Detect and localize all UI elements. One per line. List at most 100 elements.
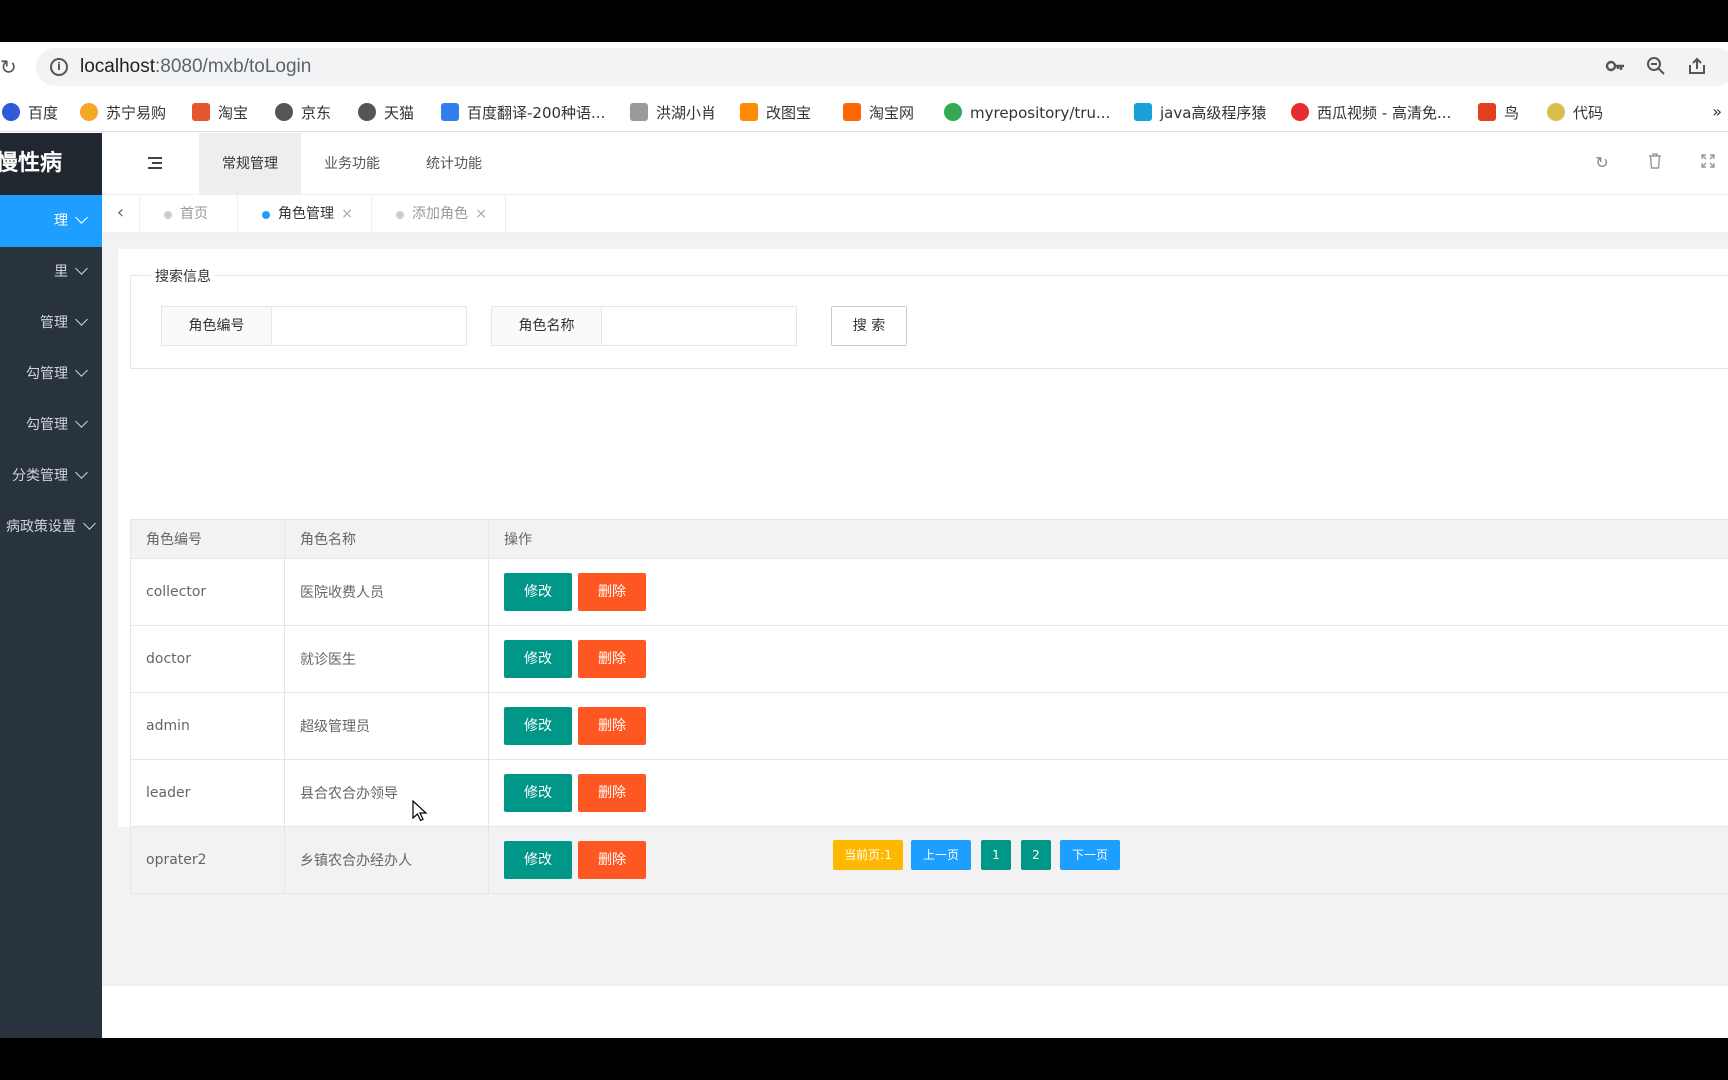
sidebar-item-4[interactable]: 勾管理 bbox=[0, 399, 102, 451]
bookmark-baidu-translate[interactable]: 百度翻译-200种语... bbox=[441, 102, 605, 124]
footer bbox=[102, 986, 1728, 1038]
status-dot bbox=[164, 211, 172, 219]
page-tab-home[interactable]: 首页 bbox=[140, 195, 238, 233]
edit-button[interactable]: 修改 bbox=[504, 774, 572, 812]
page-2-button[interactable]: 2 bbox=[1021, 840, 1051, 870]
bookmarks-more-icon[interactable]: » bbox=[1712, 102, 1722, 121]
edit-button[interactable]: 修改 bbox=[504, 573, 572, 611]
address-bar[interactable]: i localhost:8080/mxb/toLogin bbox=[36, 48, 1728, 86]
search-button[interactable]: 搜 索 bbox=[831, 306, 907, 346]
bookmark-honghu[interactable]: 洪湖小肖 bbox=[630, 102, 716, 124]
edit-button[interactable]: 修改 bbox=[504, 707, 572, 745]
delete-button[interactable]: 删除 bbox=[578, 640, 646, 678]
taobao-icon bbox=[192, 103, 210, 121]
role-code-search-field: 角色编号 bbox=[161, 306, 467, 346]
play-icon bbox=[1291, 103, 1309, 121]
page-tab-role-management[interactable]: 角色管理 × bbox=[238, 195, 372, 233]
edit-button[interactable]: 修改 bbox=[504, 841, 572, 879]
trash-icon[interactable] bbox=[1645, 153, 1665, 173]
tab-statistics-functions[interactable]: 统计功能 bbox=[403, 133, 505, 195]
bookmark-gaitubao[interactable]: 改图宝 bbox=[740, 102, 811, 124]
bookmark-niao[interactable]: 鸟 bbox=[1478, 102, 1519, 124]
zoom-icon[interactable] bbox=[1645, 56, 1667, 78]
chevron-down-icon bbox=[75, 415, 88, 428]
bookmark-baidu[interactable]: 百度 bbox=[2, 102, 58, 124]
actions-cell: 修改 删除 bbox=[488, 625, 1728, 693]
info-icon[interactable]: i bbox=[50, 58, 68, 76]
menu-toggle-icon[interactable] bbox=[146, 154, 164, 172]
table-row: doctor 就诊医生 修改 删除 bbox=[130, 625, 1728, 693]
sidebar-item-1[interactable]: 里 bbox=[0, 246, 102, 298]
key-icon[interactable] bbox=[1604, 56, 1626, 78]
bookmark-code[interactable]: 代码 bbox=[1547, 102, 1603, 124]
role-name-cell: 超级管理员 bbox=[284, 692, 489, 760]
bird-icon bbox=[630, 103, 648, 121]
bookmark-taobaowang[interactable]: 淘宝网 bbox=[843, 102, 914, 124]
sidebar-item-5[interactable]: 分类管理 bbox=[0, 450, 102, 502]
tab-routine-management[interactable]: 常规管理 bbox=[199, 133, 301, 195]
url-path: :8080/mxb/toLogin bbox=[155, 56, 312, 77]
chevron-down-icon bbox=[75, 262, 88, 275]
sidebar-item-label: 理 bbox=[54, 213, 68, 229]
edit-button[interactable]: 修改 bbox=[504, 640, 572, 678]
chevron-left-icon[interactable]: ‹ bbox=[102, 195, 140, 233]
globe-icon bbox=[358, 103, 376, 121]
bookmark-java[interactable]: java高级程序猿 bbox=[1134, 102, 1266, 124]
sidebar-item-label: 里 bbox=[54, 264, 68, 280]
sidebar-item-2[interactable]: 管理 bbox=[0, 297, 102, 349]
close-icon[interactable]: × bbox=[475, 195, 487, 233]
role-name-input[interactable] bbox=[603, 307, 795, 345]
page-tab-add-role[interactable]: 添加角色 × bbox=[372, 195, 506, 233]
sidebar-item-label: 勾管理 bbox=[26, 417, 68, 433]
page-tab-label: 角色管理 bbox=[278, 206, 334, 222]
delete-button[interactable]: 删除 bbox=[578, 841, 646, 879]
sidebar-item-label: 管理 bbox=[40, 315, 68, 331]
bookmark-label: 淘宝 bbox=[218, 104, 249, 122]
bookmark-label: 百度翻译-200种语... bbox=[467, 104, 606, 122]
current-page-indicator: 当前页:1 bbox=[833, 840, 903, 870]
sidebar-item-6[interactable]: 病政策设置 bbox=[0, 501, 102, 553]
sidebar-item-0[interactable]: 理 bbox=[0, 195, 102, 247]
reload-icon[interactable]: ↻ bbox=[0, 56, 18, 78]
bookmark-label: java高级程序猿 bbox=[1160, 104, 1267, 122]
browser-window: ↻ i localhost:8080/mxb/toLogin 百度 苏宁易购 淘… bbox=[0, 42, 1728, 1038]
top-header: 常规管理 业务功能 统计功能 ↻ bbox=[102, 133, 1728, 195]
bilibili-icon bbox=[1134, 103, 1152, 121]
role-code-cell: oprater2 bbox=[130, 826, 285, 894]
bookmark-label: 京东 bbox=[301, 104, 332, 122]
role-code-cell: leader bbox=[130, 759, 285, 827]
next-page-button[interactable]: 下一页 bbox=[1060, 840, 1120, 870]
refresh-icon[interactable]: ↻ bbox=[1592, 153, 1612, 173]
bookmark-xigua[interactable]: 西瓜视频 - 高清免... bbox=[1291, 102, 1451, 124]
page-tab-label: 添加角色 bbox=[412, 206, 468, 222]
prev-page-button[interactable]: 上一页 bbox=[911, 840, 971, 870]
logo-text: 慢性病 bbox=[0, 151, 63, 176]
share-icon[interactable] bbox=[1686, 56, 1708, 78]
bookmark-tmall[interactable]: 天猫 bbox=[358, 102, 414, 124]
tab-business-functions[interactable]: 业务功能 bbox=[301, 133, 403, 195]
bookmark-label: myrepository/tru... bbox=[970, 104, 1111, 122]
moon-icon bbox=[1547, 103, 1565, 121]
bookmark-myrepository[interactable]: myrepository/tru... bbox=[944, 102, 1110, 124]
fullscreen-icon[interactable] bbox=[1698, 153, 1718, 173]
bookmark-jd[interactable]: 京东 bbox=[275, 102, 331, 124]
url-text[interactable]: localhost:8080/mxb/toLogin bbox=[80, 56, 311, 78]
page-1-button[interactable]: 1 bbox=[981, 840, 1011, 870]
delete-button[interactable]: 删除 bbox=[578, 707, 646, 745]
sidebar-item-3[interactable]: 勾管理 bbox=[0, 348, 102, 400]
lion-icon bbox=[80, 103, 98, 121]
bookmark-taobao[interactable]: 淘宝 bbox=[192, 102, 248, 124]
delete-button[interactable]: 删除 bbox=[578, 573, 646, 611]
table-row: collector 医院收费人员 修改 删除 bbox=[130, 558, 1728, 626]
sidebar: 慢性病 理 里 管理 勾管理 勾管理 分类管理 病政策设置 bbox=[0, 133, 102, 1038]
bookmark-suning[interactable]: 苏宁易购 bbox=[80, 102, 166, 124]
close-icon[interactable]: × bbox=[341, 195, 353, 233]
role-code-cell: collector bbox=[130, 558, 285, 626]
bird-icon bbox=[1478, 103, 1496, 121]
delete-button[interactable]: 删除 bbox=[578, 774, 646, 812]
url-host: localhost bbox=[80, 56, 155, 77]
bookmark-label: 洪湖小肖 bbox=[656, 104, 717, 122]
chrome-icon bbox=[944, 103, 962, 121]
content-panel: 搜索信息 角色编号 角色名称 搜 索 角色编号 角色名称 操作 collecto… bbox=[118, 249, 1728, 894]
role-code-input[interactable] bbox=[273, 307, 465, 345]
